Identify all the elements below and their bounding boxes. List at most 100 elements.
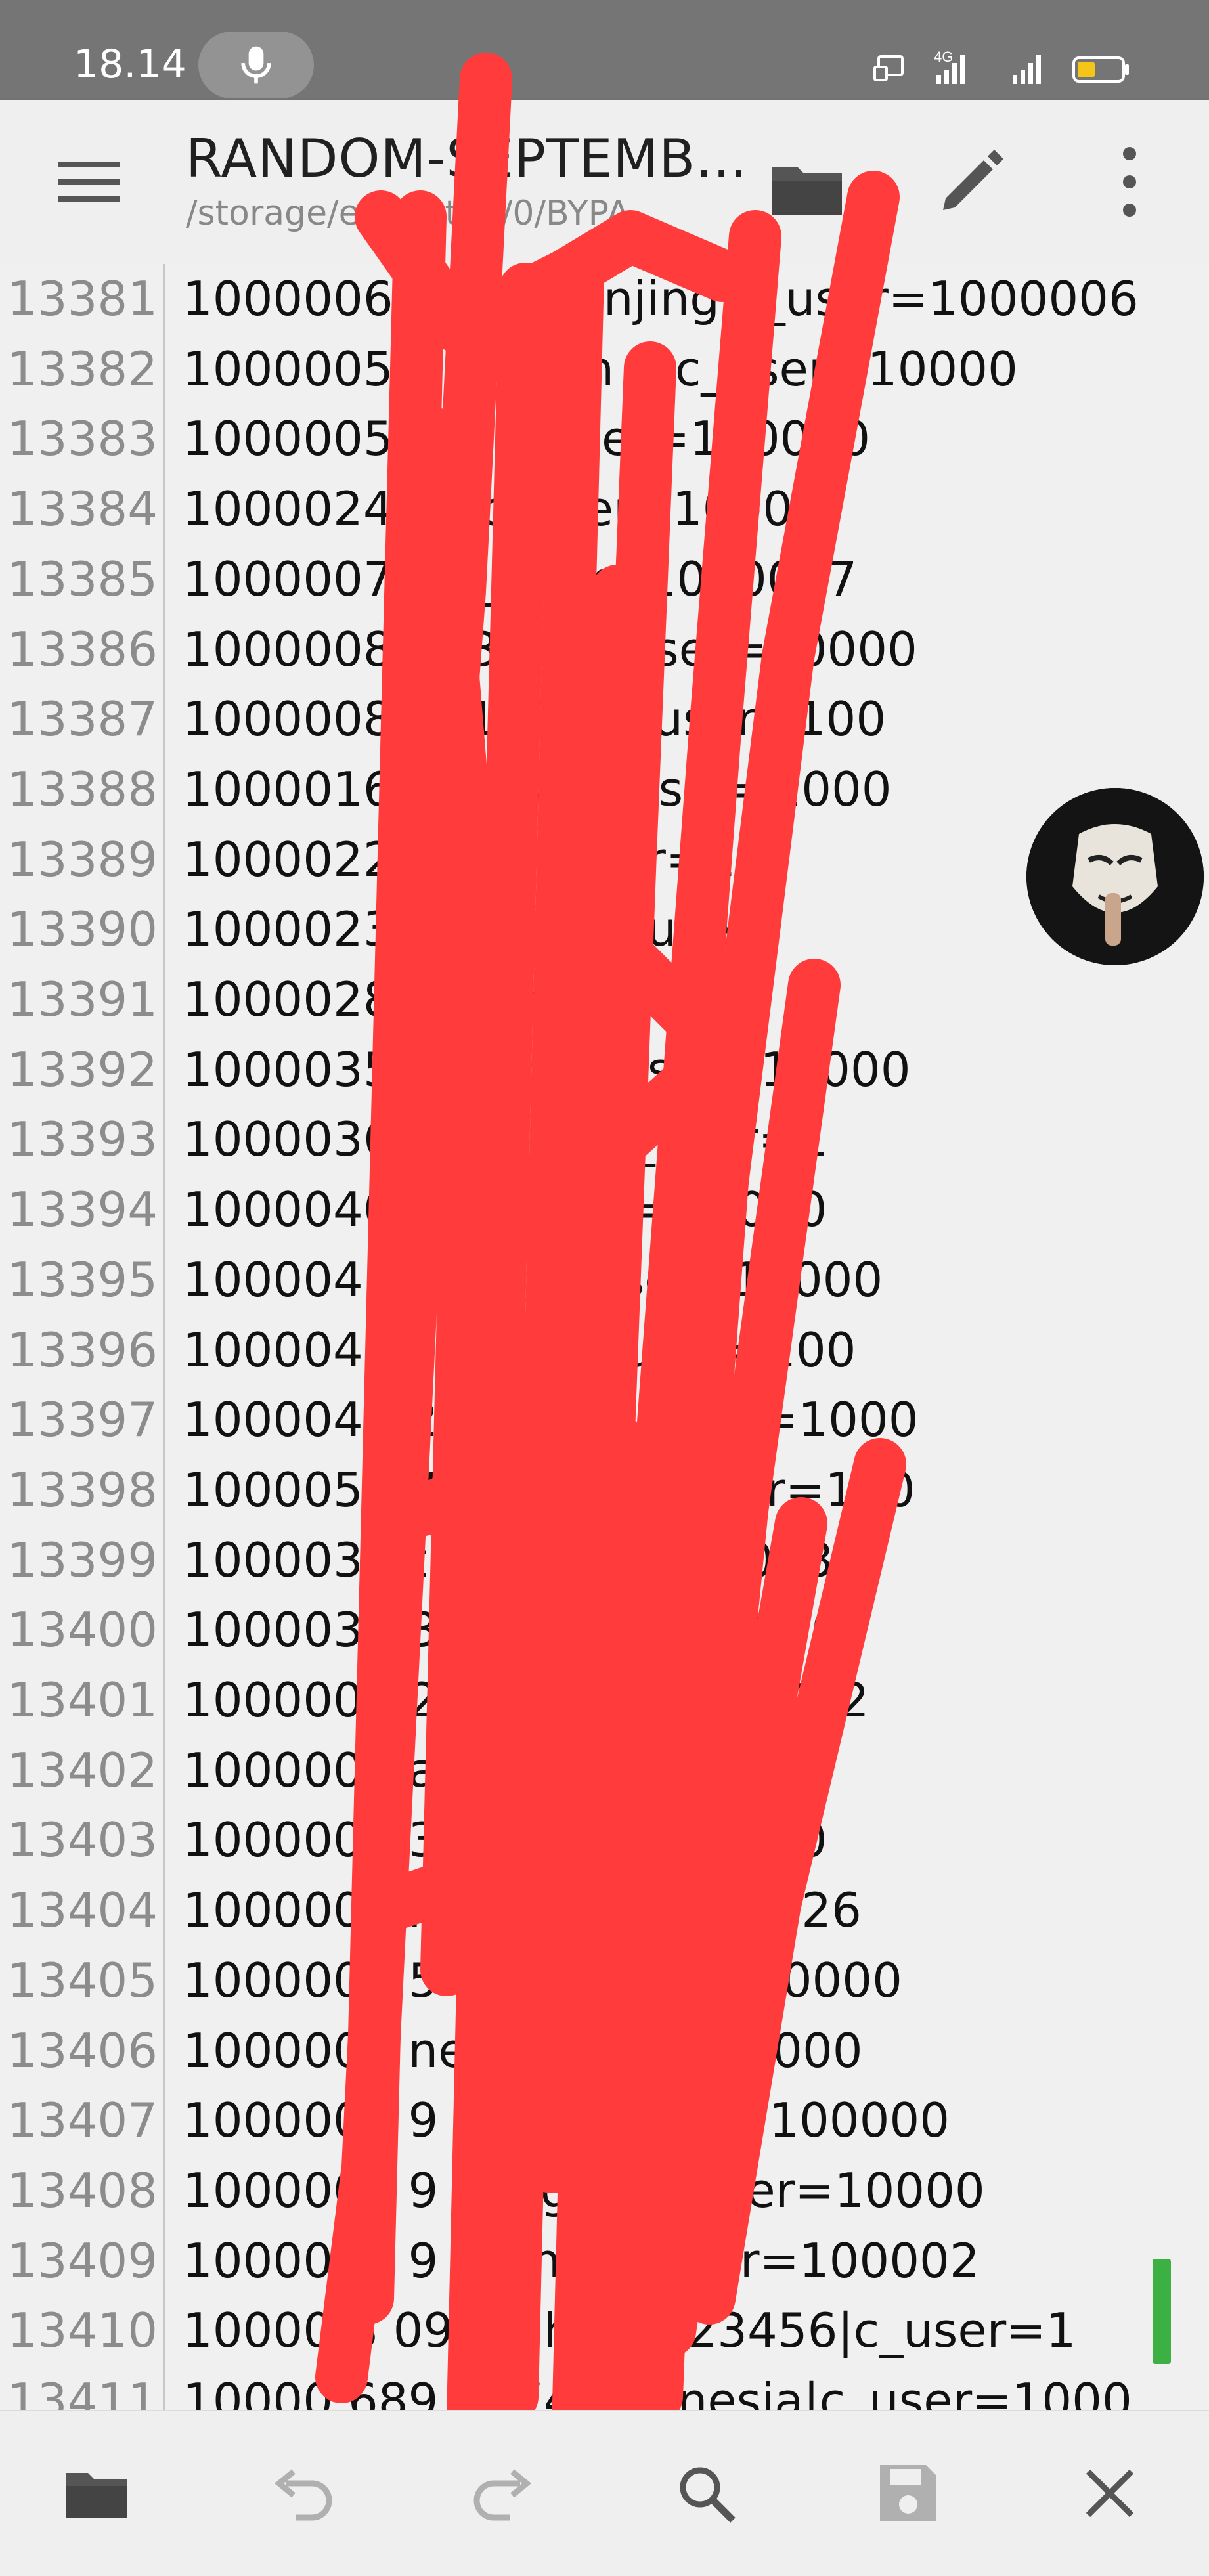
line-text: 10000 689 2074 ndonesia|c_user=1000: [183, 2373, 1132, 2410]
editor-line[interactable]: 13407 1000000 9 tang|c_user=100000: [0, 2085, 1209, 2155]
editor-line[interactable]: 13397 1000049 2 angat|c_user=1000: [0, 1385, 1209, 1454]
file-path: /storage/emulated/0/BYPA...: [186, 194, 662, 233]
line-text: 1000008 an1234|c_user=100: [183, 691, 887, 747]
save-icon[interactable]: [872, 2457, 944, 2529]
app-bar: RANDOM-SEPTEMB... /storage/emulated/0/BY…: [0, 100, 1209, 264]
editor-line[interactable]: 13382 1000005 2 3 7|s n u|c_user=10000: [0, 334, 1209, 404]
status-time: 18.14: [74, 41, 187, 87]
status-bar: 18.14 4G: [0, 0, 1209, 100]
editor-line[interactable]: 13384 1000024 ku|c_user=10000: [0, 474, 1209, 544]
line-number: 13389: [7, 832, 158, 887]
line-text: 1000003 5 234|c_user=10000: [183, 1953, 902, 2008]
editor-line[interactable]: 13390 1000023 yangku|c_use: [0, 894, 1209, 964]
editor-line[interactable]: 13391 1000028 k t ndi|c_user=: [0, 965, 1209, 1034]
line-number: 13401: [7, 1672, 158, 1728]
editor-line[interactable]: 13402 1000001 a 2233|c_user=1: [0, 1736, 1209, 1805]
line-text: 1000035 b s ah|c_user=10000: [183, 1042, 911, 1097]
line-number: 13407: [7, 2093, 158, 2148]
line-text: 1000002 r |c_user=1000026: [183, 1883, 862, 1938]
line-text: 1000001 a 2233|c_user=1: [183, 1743, 811, 1798]
network-label: 4G: [934, 49, 953, 65]
line-number: 13381: [7, 271, 158, 326]
line-number: 13383: [7, 411, 158, 466]
line-number: 13396: [7, 1322, 158, 1378]
menu-icon[interactable]: [53, 152, 125, 211]
line-number: 13382: [7, 341, 158, 397]
fast-scroll-handle[interactable]: [1153, 2259, 1171, 2364]
line-text: 1000024 ku|c_user=10000: [183, 481, 823, 536]
editor-line[interactable]: 13406 1000002 nesia|c_user=1000: [0, 2016, 1209, 2085]
editor-line[interactable]: 13388 1000016 onesia|c_user=1000: [0, 754, 1209, 824]
line-number: 13388: [7, 762, 158, 817]
editor-line[interactable]: 13408 1000000 9 yangku|c_user=10000: [0, 2156, 1209, 2225]
floating-avatar[interactable]: [1026, 788, 1204, 965]
line-number: 13392: [7, 1042, 158, 1097]
line-text: 1000002 2 y c_user=100002: [183, 1672, 869, 1728]
more-vert-icon[interactable]: [1110, 139, 1149, 225]
editor-line[interactable]: 13381 1000006 5 83 1|anjing|c_user=100000…: [0, 264, 1209, 334]
editor-line[interactable]: 13387 1000008 an1234|c_user=100: [0, 684, 1209, 754]
line-number: 13400: [7, 1602, 158, 1657]
line-text: 1000002 nesia|c_user=1000: [183, 2023, 863, 2078]
line-number: 13411: [7, 2373, 158, 2410]
line-text: 1000000 9 tang|c_user=100000: [183, 2093, 950, 2148]
line-text: 1000045 ngku|c_user=10000: [183, 1252, 883, 1307]
editor-line[interactable]: 13411 10000 689 2074 ndonesia|c_user=1000: [0, 2366, 1209, 2410]
editor-line[interactable]: 13398 1000057 7 y123 5|c_user=100: [0, 1455, 1209, 1525]
editor-line[interactable]: 13393 1000036 | 23456|c_user=1: [0, 1104, 1209, 1174]
line-text: 1000000 9 yangku|c_user=10000: [183, 2163, 985, 2218]
file-title: RANDOM-SEPTEMB...: [186, 128, 748, 189]
editor-line[interactable]: 13410 10000 8 09 13 hsan123456|c_user=1: [0, 2296, 1209, 2365]
line-number: 13399: [7, 1533, 158, 1588]
line-number: 13405: [7, 1953, 158, 2008]
line-text: 1000006 5 83 1|anjing|c_user=1000006: [183, 271, 1139, 326]
undo-icon[interactable]: [266, 2457, 338, 2529]
search-icon[interactable]: [670, 2457, 742, 2529]
open-folder-icon[interactable]: [768, 152, 847, 225]
redo-icon[interactable]: [468, 2457, 540, 2529]
line-text: 1000016 onesia|c_user=1000: [183, 762, 892, 817]
editor-line[interactable]: 13401 1000002 2 y c_user=100002: [0, 1665, 1209, 1735]
line-number: 13387: [7, 691, 158, 747]
line-text: 1000008 12345|c_user=10000: [183, 622, 917, 677]
editor-line[interactable]: 13395 1000045 ngku|c_user=10000: [0, 1245, 1209, 1315]
text-editor[interactable]: 13381 1000006 5 83 1|anjing|c_user=100000…: [0, 264, 1209, 2410]
battery-low-icon: [1072, 56, 1129, 83]
editor-line[interactable]: 13400 1000038 3 2 c_user=10000: [0, 1595, 1209, 1665]
line-text: 1000001 9 ntang|c_user=100002: [183, 2233, 980, 2288]
edit-pencil-icon[interactable]: [933, 139, 1011, 218]
editor-line[interactable]: 13386 1000008 12345|c_user=10000: [0, 615, 1209, 684]
line-text: 1000040 23|c_user=10000: [183, 1182, 827, 1237]
editor-line[interactable]: 13405 1000003 5 234|c_user=10000: [0, 1946, 1209, 2015]
line-number: 13393: [7, 1112, 158, 1167]
editor-line[interactable]: 13383 1000005 0 a c_user=100000: [0, 404, 1209, 473]
signal-4g-icon: 4G: [934, 49, 965, 84]
editor-line[interactable]: 13404 1000002 r |c_user=1000026: [0, 1875, 1209, 1945]
line-number: 13406: [7, 2023, 158, 2078]
open-folder-icon[interactable]: [60, 2457, 133, 2529]
line-number: 13394: [7, 1182, 158, 1237]
line-number: 13409: [7, 2233, 158, 2288]
line-text: 1000023 yangku|c_use: [183, 902, 731, 957]
line-text: 1000004 34|c_user=10000: [183, 1812, 827, 1867]
masked-avatar-icon: [1026, 788, 1204, 965]
line-number: 13404: [7, 1883, 158, 1938]
editor-line[interactable]: 13403 1000004 34|c_user=10000: [0, 1805, 1209, 1875]
editor-line[interactable]: 13394 1000040 23|c_user=10000: [0, 1175, 1209, 1244]
editor-line[interactable]: 13385 1000007 g|c_user=1000007: [0, 544, 1209, 614]
line-text: 1000046 o1234|c_user=100: [183, 1322, 856, 1378]
line-text: 1000007 g|c_user=1000007: [183, 552, 858, 607]
line-text: 1000022 ang|c_user=1: [183, 832, 736, 887]
editor-line[interactable]: 13392 1000035 b s ah|c_user=10000: [0, 1035, 1209, 1104]
editor-line[interactable]: 13399 1000039 t g _user=100003: [0, 1525, 1209, 1595]
bottom-toolbar: [0, 2410, 1209, 2576]
close-icon[interactable]: [1074, 2457, 1146, 2529]
line-text: 1000028 k t ndi|c_user=: [183, 972, 766, 1027]
editor-line[interactable]: 13396 1000046 o1234|c_user=100: [0, 1315, 1209, 1385]
line-text: 1000036 | 23456|c_user=1: [183, 1112, 828, 1167]
mic-indicator[interactable]: [198, 32, 314, 98]
mic-icon: [241, 46, 271, 84]
line-number: 13410: [7, 2303, 158, 2358]
line-number: 13390: [7, 902, 158, 957]
editor-line[interactable]: 13409 1000001 9 ntang|c_user=100002: [0, 2226, 1209, 2296]
